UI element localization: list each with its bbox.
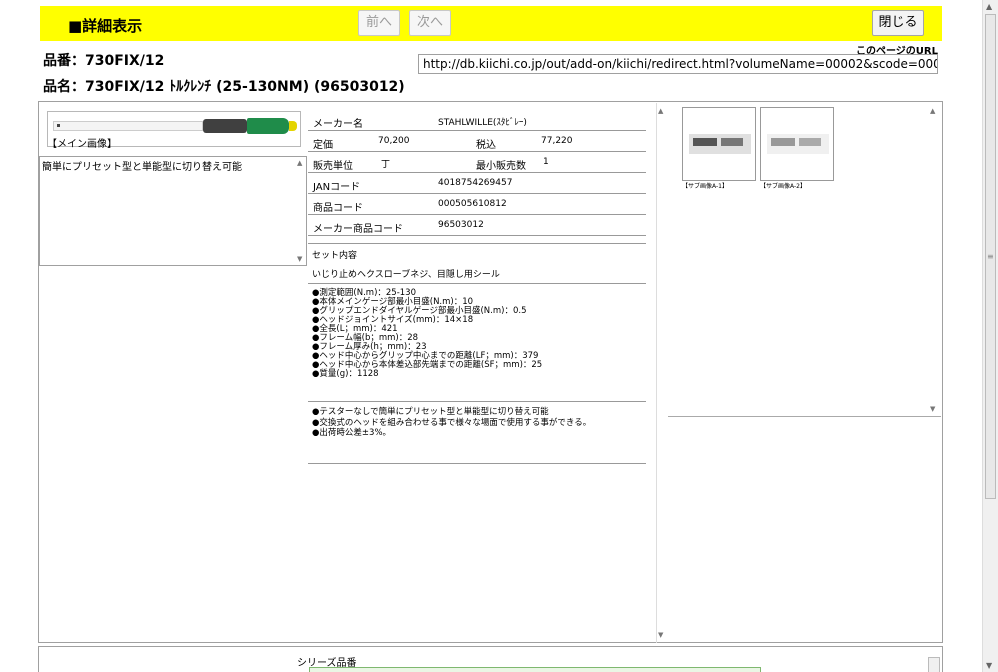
feature-note: ●交換式のヘッドを組み合わせる事で様々な場面で使用する事ができる。 [312, 417, 592, 428]
detail-scrollbar[interactable]: ▲ ▼ [656, 103, 668, 643]
product-number: 品番：730FIX/12 [43, 53, 165, 69]
main-image-caption: 【メイン画像】 [47, 139, 117, 150]
gallery-scrollbar[interactable]: ▲ ▼ [929, 103, 941, 417]
description-box: 簡単にプリセット型と単能型に切り替え可能 ▲ ▼ [39, 156, 307, 266]
spec-label: 税込 [476, 140, 496, 151]
spec-row-maker: メーカー名 STAHLWILLE(ｽﾀﾋﾞﾚｰ) [308, 110, 646, 131]
product-name: 品名：730FIX/12 ﾄﾙｸﾚﾝﾁ (25-130NM) (96503012… [43, 79, 405, 95]
series-panel: シリーズ品番 [38, 646, 943, 672]
spec-value: STAHLWILLE(ｽﾀﾋﾞﾚｰ) [438, 118, 527, 128]
spec-value: 96503012 [438, 220, 484, 230]
scroll-up-icon[interactable]: ▲ [297, 159, 302, 167]
feature-note: ●出荷時公差±3%。 [312, 428, 392, 438]
spec-label: 販売単位 [313, 161, 353, 172]
set-contents-label: セット内容 [312, 251, 358, 261]
scroll-up-icon[interactable]: ▲ [658, 107, 663, 115]
sub-image-gallery: 【サブ画像A-1】 【サブ画像A-2】 ▲ ▼ [668, 103, 941, 417]
feature-item: ●質量(g)：1128 [312, 369, 379, 379]
sub-image-thumbnail[interactable] [760, 107, 834, 181]
scroll-up-icon[interactable]: ▲ [986, 2, 992, 11]
set-contents: セット内容 いじり止めヘクスローブネジ、目隠し用シール [308, 244, 646, 284]
scroll-up-icon[interactable]: ▲ [930, 107, 935, 115]
next-button[interactable]: 次へ [409, 10, 451, 36]
spec-value: 70,200 [378, 136, 410, 146]
spec-value: 1 [543, 157, 549, 167]
page-title: ■詳細表示 [68, 17, 143, 35]
spec-row-maker-code: メーカー商品コード 96503012 [308, 215, 646, 236]
prev-button[interactable]: 前へ [358, 10, 400, 36]
scroll-down-icon[interactable]: ▼ [930, 405, 935, 413]
sub-image-caption: 【サブ画像A-2】 [760, 183, 806, 190]
spec-value: 4018754269457 [438, 178, 513, 188]
spec-value: 77,220 [541, 136, 573, 146]
feature-note: ●テスターなしで簡単にプリセット型と単能型に切り替え可能 [312, 407, 549, 417]
spec-value: 丁 [381, 160, 391, 170]
feature-notes: ●テスターなしで簡単にプリセット型と単能型に切り替え可能 ●交換式のヘッドを組み… [308, 402, 646, 464]
series-table [309, 667, 761, 672]
torque-wrench-image [53, 118, 297, 134]
scroll-down-icon[interactable]: ▼ [297, 255, 302, 263]
spec-value: 000505610812 [438, 199, 507, 209]
series-scrollbar[interactable] [928, 657, 940, 672]
scroll-down-icon[interactable]: ▼ [986, 661, 992, 670]
description-text: 簡単にプリセット型と単能型に切り替え可能 [42, 162, 242, 173]
spec-row-price: 定価 70,200 税込 77,220 [308, 131, 646, 152]
spec-label: JANコード [313, 182, 361, 193]
set-contents-value: いじり止めヘクスローブネジ、目隠し用シール [312, 270, 500, 280]
spec-label: 最小販売数 [476, 161, 526, 172]
spec-label: 定価 [313, 140, 333, 151]
spec-row-jan: JANコード 4018754269457 [308, 173, 646, 194]
sub-image-thumbnail[interactable] [682, 107, 756, 181]
page-url-field[interactable]: http://db.kiichi.co.jp/out/add-on/kiichi… [418, 54, 938, 74]
scroll-down-icon[interactable]: ▼ [658, 631, 663, 639]
spec-label: メーカー商品コード [313, 224, 403, 235]
spec-feature-list: ●測定範囲(N.m)：25-130 ●本体メインゲージ部最小目盛(N.m)：10… [308, 284, 646, 402]
spec-row-code: 商品コード 000505610812 [308, 194, 646, 215]
spec-label: メーカー名 [313, 119, 363, 130]
spec-table: メーカー名 STAHLWILLE(ｽﾀﾋﾞﾚｰ) 定価 70,200 税込 77… [308, 110, 646, 464]
page-scrollbar[interactable]: ▲ ≡ ▼ [982, 0, 998, 672]
close-button[interactable]: 閉じる [872, 10, 924, 36]
header-bar: ■詳細表示 前へ 次へ 閉じる [40, 6, 942, 41]
spec-label: 商品コード [313, 203, 363, 214]
detail-panel: 【メイン画像】 簡単にプリセット型と単能型に切り替え可能 ▲ ▼ メーカー名 S… [38, 101, 943, 643]
description-scrollbar[interactable]: ▲ ▼ [296, 157, 306, 265]
scroll-grip-icon: ≡ [987, 252, 994, 261]
spec-row-unit: 販売単位 丁 最小販売数 1 [308, 152, 646, 173]
sub-image-caption: 【サブ画像A-1】 [682, 183, 728, 190]
